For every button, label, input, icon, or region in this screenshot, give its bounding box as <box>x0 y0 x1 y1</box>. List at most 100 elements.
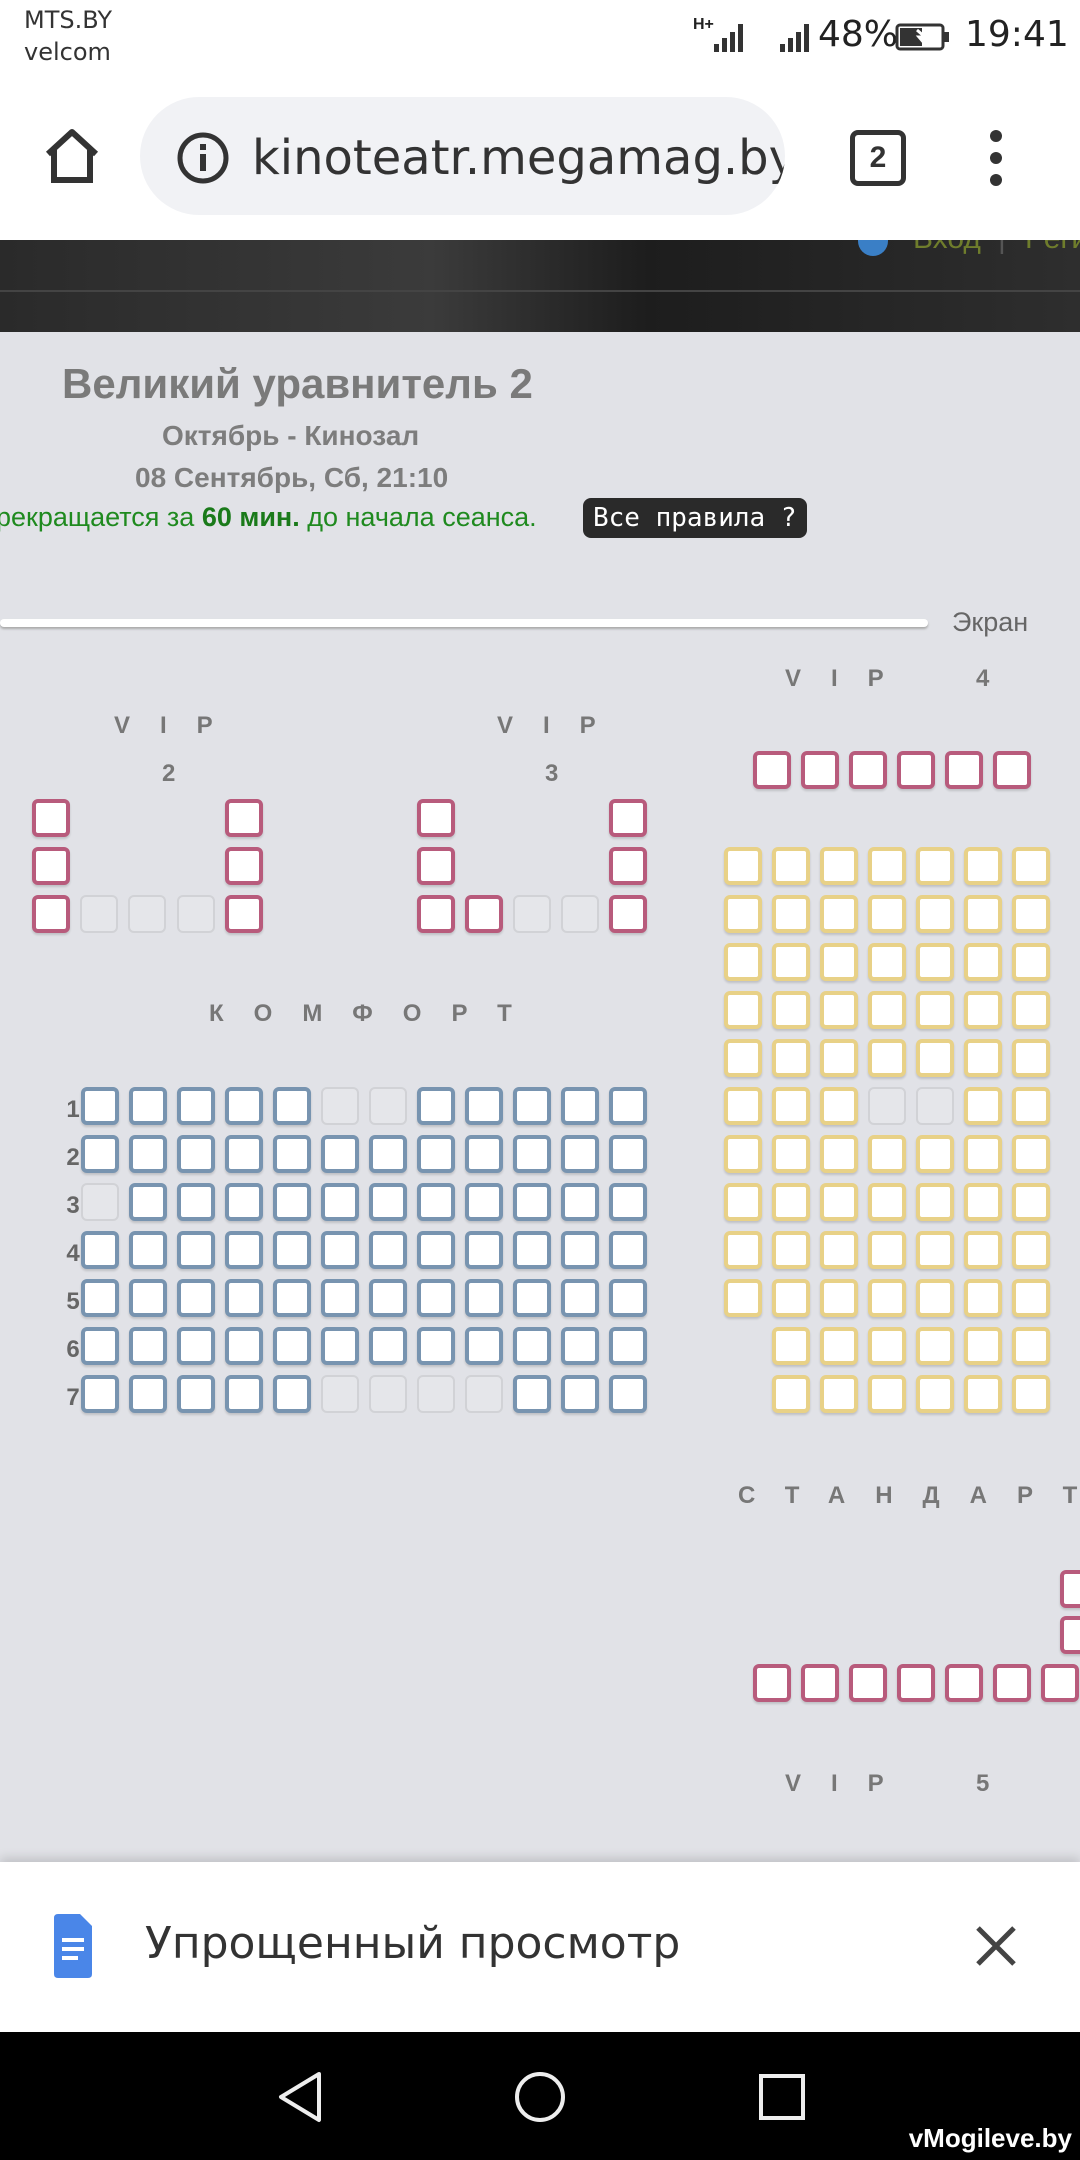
comfort-seat[interactable] <box>81 1087 119 1125</box>
standard-seat[interactable] <box>1012 1327 1050 1365</box>
standard-seat[interactable] <box>772 1039 810 1077</box>
comfort-seat[interactable] <box>129 1231 167 1269</box>
standard-seat[interactable] <box>964 1231 1002 1269</box>
standard-seat[interactable] <box>820 1375 858 1413</box>
standard-seat[interactable] <box>964 991 1002 1029</box>
standard-seat[interactable] <box>1012 1087 1050 1125</box>
comfort-seat[interactable] <box>321 1135 359 1173</box>
vip-seat[interactable] <box>32 895 70 933</box>
vip-seat[interactable] <box>945 1664 983 1702</box>
url-bar[interactable]: kinoteatr.megamag.by/r <box>140 97 785 215</box>
comfort-seat[interactable] <box>81 1279 119 1317</box>
vip-seat[interactable] <box>945 751 983 789</box>
vip-seat[interactable] <box>801 751 839 789</box>
vip-seat[interactable] <box>897 1664 935 1702</box>
standard-seat[interactable] <box>916 1279 954 1317</box>
comfort-seat[interactable] <box>129 1375 167 1413</box>
standard-seat[interactable] <box>820 943 858 981</box>
comfort-seat[interactable] <box>81 1375 119 1413</box>
vip-seat[interactable] <box>225 799 263 837</box>
standard-seat[interactable] <box>868 1279 906 1317</box>
standard-seat[interactable] <box>724 991 762 1029</box>
standard-seat[interactable] <box>724 943 762 981</box>
standard-seat[interactable] <box>724 1183 762 1221</box>
comfort-seat[interactable] <box>177 1231 215 1269</box>
standard-seat[interactable] <box>1012 1279 1050 1317</box>
vip-seat[interactable] <box>801 1664 839 1702</box>
standard-seat[interactable] <box>964 943 1002 981</box>
comfort-seat[interactable] <box>609 1135 647 1173</box>
comfort-seat[interactable] <box>225 1327 263 1365</box>
comfort-seat[interactable] <box>321 1327 359 1365</box>
comfort-seat[interactable] <box>561 1375 599 1413</box>
comfort-seat[interactable] <box>273 1087 311 1125</box>
standard-seat[interactable] <box>1012 1183 1050 1221</box>
vip-seat[interactable] <box>1060 1616 1080 1654</box>
standard-seat[interactable] <box>964 1375 1002 1413</box>
comfort-seat[interactable] <box>321 1183 359 1221</box>
standard-seat[interactable] <box>868 943 906 981</box>
comfort-seat[interactable] <box>321 1231 359 1269</box>
standard-seat[interactable] <box>1012 1135 1050 1173</box>
comfort-seat[interactable] <box>561 1279 599 1317</box>
comfort-seat[interactable] <box>225 1279 263 1317</box>
comfort-seat[interactable] <box>561 1183 599 1221</box>
standard-seat[interactable] <box>820 1327 858 1365</box>
comfort-seat[interactable] <box>609 1183 647 1221</box>
standard-seat[interactable] <box>820 1039 858 1077</box>
comfort-seat[interactable] <box>81 1327 119 1365</box>
vip-seat[interactable] <box>32 799 70 837</box>
standard-seat[interactable] <box>964 1279 1002 1317</box>
comfort-seat[interactable] <box>609 1231 647 1269</box>
standard-seat[interactable] <box>772 847 810 885</box>
comfort-seat[interactable] <box>225 1087 263 1125</box>
comfort-seat[interactable] <box>561 1135 599 1173</box>
comfort-seat[interactable] <box>465 1183 503 1221</box>
vip-seat[interactable] <box>993 1664 1031 1702</box>
standard-seat[interactable] <box>964 895 1002 933</box>
standard-seat[interactable] <box>820 1087 858 1125</box>
standard-seat[interactable] <box>916 895 954 933</box>
standard-seat[interactable] <box>1012 1231 1050 1269</box>
recents-icon[interactable] <box>757 2072 807 2122</box>
vip-seat[interactable] <box>753 751 791 789</box>
comfort-seat[interactable] <box>417 1087 455 1125</box>
comfort-seat[interactable] <box>225 1135 263 1173</box>
standard-seat[interactable] <box>1012 1039 1050 1077</box>
standard-seat[interactable] <box>868 991 906 1029</box>
standard-seat[interactable] <box>916 1375 954 1413</box>
standard-seat[interactable] <box>916 847 954 885</box>
vip-seat[interactable] <box>849 1664 887 1702</box>
comfort-seat[interactable] <box>465 1135 503 1173</box>
standard-seat[interactable] <box>916 943 954 981</box>
vip-seat[interactable] <box>417 799 455 837</box>
comfort-seat[interactable] <box>561 1231 599 1269</box>
standard-seat[interactable] <box>724 1087 762 1125</box>
standard-seat[interactable] <box>964 1087 1002 1125</box>
comfort-seat[interactable] <box>273 1327 311 1365</box>
comfort-seat[interactable] <box>273 1135 311 1173</box>
vip-seat[interactable] <box>225 895 263 933</box>
standard-seat[interactable] <box>1012 847 1050 885</box>
standard-seat[interactable] <box>916 991 954 1029</box>
comfort-seat[interactable] <box>513 1135 551 1173</box>
back-icon[interactable] <box>275 2070 325 2124</box>
standard-seat[interactable] <box>772 1375 810 1413</box>
comfort-seat[interactable] <box>417 1231 455 1269</box>
vip-seat[interactable] <box>32 847 70 885</box>
standard-seat[interactable] <box>964 1039 1002 1077</box>
standard-seat[interactable] <box>868 1375 906 1413</box>
standard-seat[interactable] <box>964 847 1002 885</box>
vip-seat[interactable] <box>225 847 263 885</box>
vip-seat[interactable] <box>849 751 887 789</box>
standard-seat[interactable] <box>868 895 906 933</box>
standard-seat[interactable] <box>724 1135 762 1173</box>
standard-seat[interactable] <box>724 1231 762 1269</box>
standard-seat[interactable] <box>820 1183 858 1221</box>
comfort-seat[interactable] <box>465 1327 503 1365</box>
standard-seat[interactable] <box>916 1231 954 1269</box>
comfort-seat[interactable] <box>369 1183 407 1221</box>
standard-seat[interactable] <box>724 847 762 885</box>
vip-seat[interactable] <box>417 895 455 933</box>
standard-seat[interactable] <box>820 1135 858 1173</box>
